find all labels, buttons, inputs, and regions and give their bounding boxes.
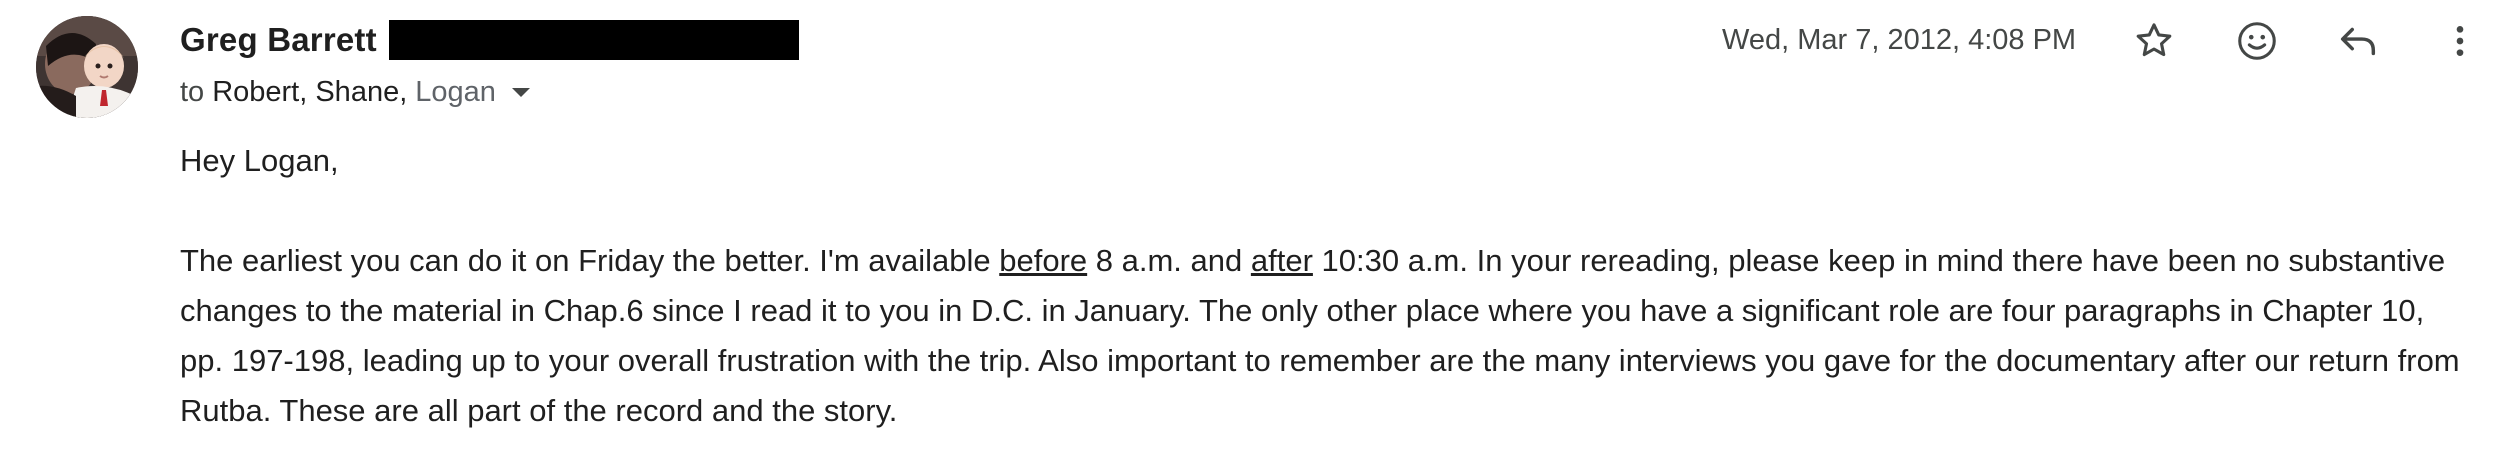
add-reaction-button[interactable]: [2229, 13, 2285, 69]
more-vert-icon: [2456, 26, 2464, 56]
recipient-last: Logan: [415, 75, 496, 108]
sender-avatar[interactable]: [36, 16, 138, 118]
message-greeting: Hey Logan,: [180, 143, 339, 178]
star-icon: [2136, 23, 2172, 57]
reply-button[interactable]: [2330, 13, 2386, 69]
sender-name[interactable]: Greg Barrett: [180, 21, 377, 59]
message-body: Hey Logan, The earliest you can do it on…: [180, 136, 2460, 436]
show-details-dropdown-icon[interactable]: [511, 87, 530, 97]
emoji-reaction-icon: [2238, 22, 2276, 60]
recipient-names: Robert, Shane,: [212, 75, 408, 108]
redacted-sender-email: [388, 20, 799, 60]
recipients-line: to Robert, Shane, Logan: [180, 70, 530, 114]
message-text-segment: The earliest you can do it on Friday the…: [180, 243, 1000, 278]
underlined-word-after: after: [1250, 243, 1313, 278]
message-text-segment: 8 a.m. and: [1087, 243, 1251, 278]
underlined-word-before: before: [999, 243, 1088, 278]
message-timestamp: Wed, Mar 7, 2012, 4:08 PM: [1722, 23, 2077, 56]
reply-icon: [2340, 27, 2376, 56]
more-options-button[interactable]: [2432, 13, 2488, 69]
sender-line: Greg Barrett: [180, 16, 799, 64]
message-paragraph: The earliest you can do it on Friday the…: [180, 236, 2460, 436]
recipients-prefix: to: [180, 75, 205, 108]
star-button[interactable]: [2126, 13, 2182, 69]
